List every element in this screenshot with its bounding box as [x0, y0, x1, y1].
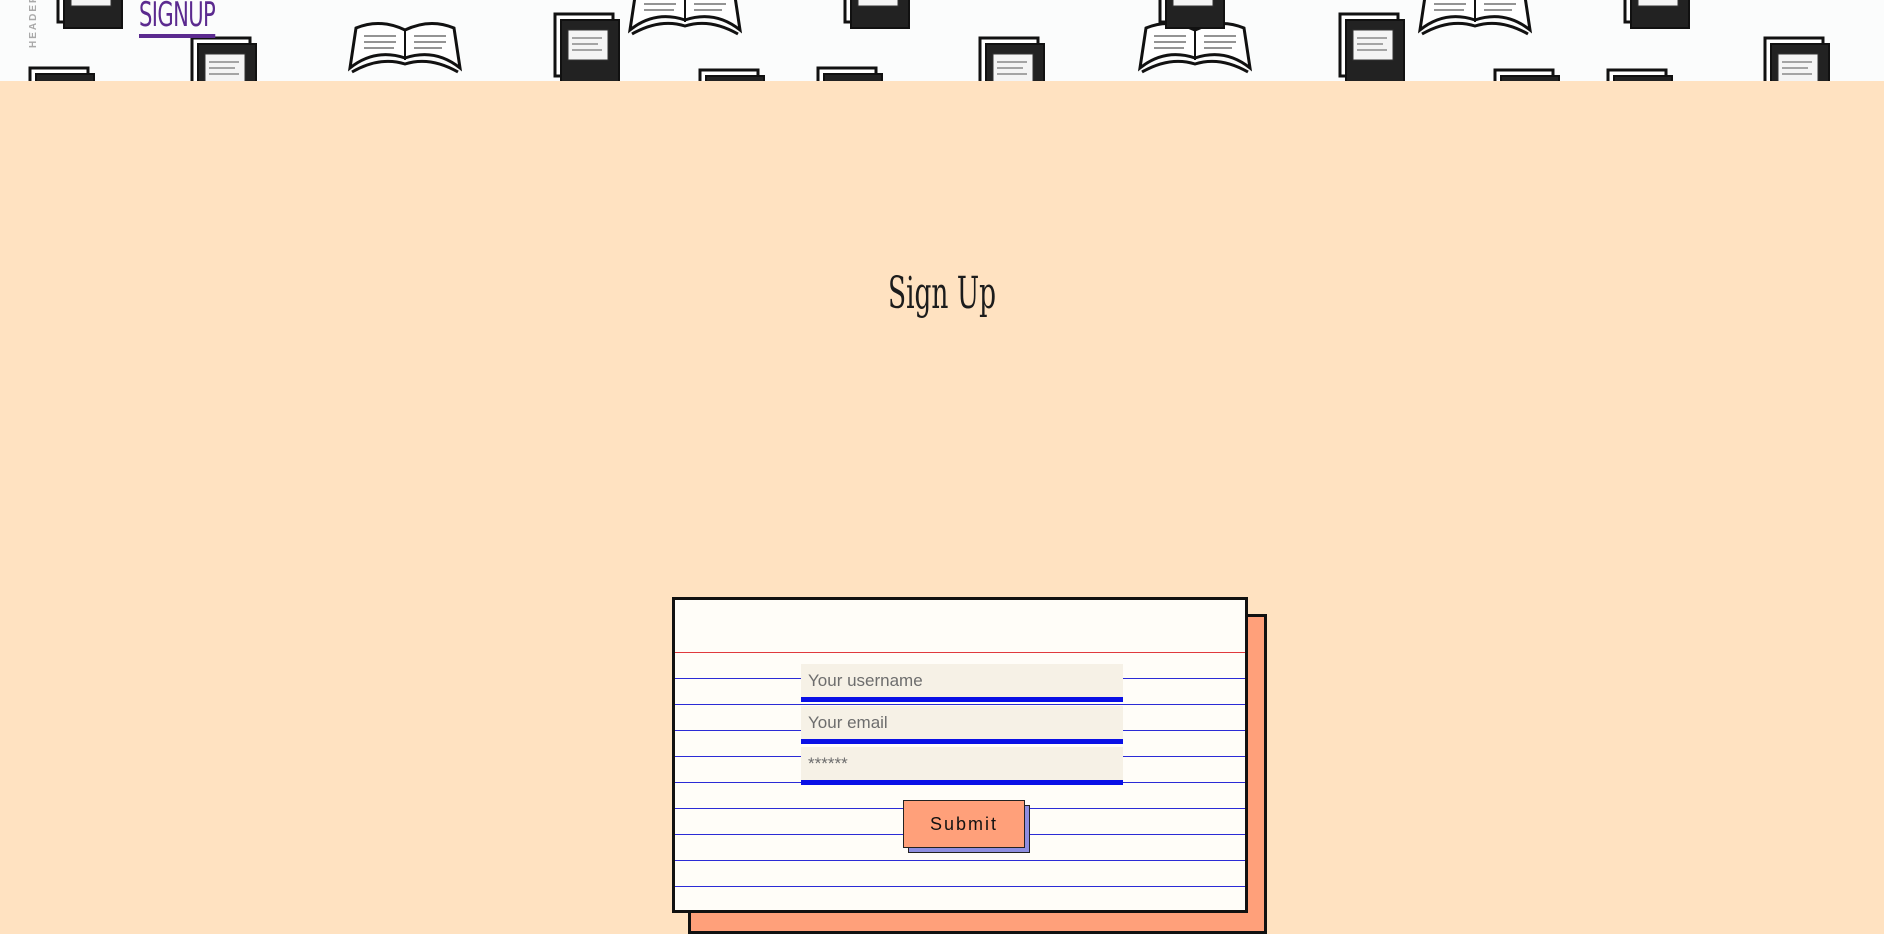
password-input[interactable]: [801, 747, 1123, 785]
nav-link-signup[interactable]: SIGNUP: [139, 0, 216, 38]
ruled-line: [675, 886, 1245, 887]
margin-line: [675, 652, 1245, 653]
email-input[interactable]: [801, 706, 1123, 744]
submit-button[interactable]: Submit: [903, 800, 1025, 848]
books-pattern-icon: [28, 0, 1831, 81]
ruled-line: [675, 704, 1245, 705]
page-title-text: Sign Up: [888, 268, 996, 319]
header-vertical-label: HEADER: [28, 0, 39, 48]
ruled-line: [675, 860, 1245, 861]
page-title: Sign Up: [0, 268, 1884, 319]
signup-card: Submit: [672, 597, 1248, 913]
username-input[interactable]: [801, 664, 1123, 702]
header-banner: HEADER SIGNUP: [0, 0, 1884, 81]
